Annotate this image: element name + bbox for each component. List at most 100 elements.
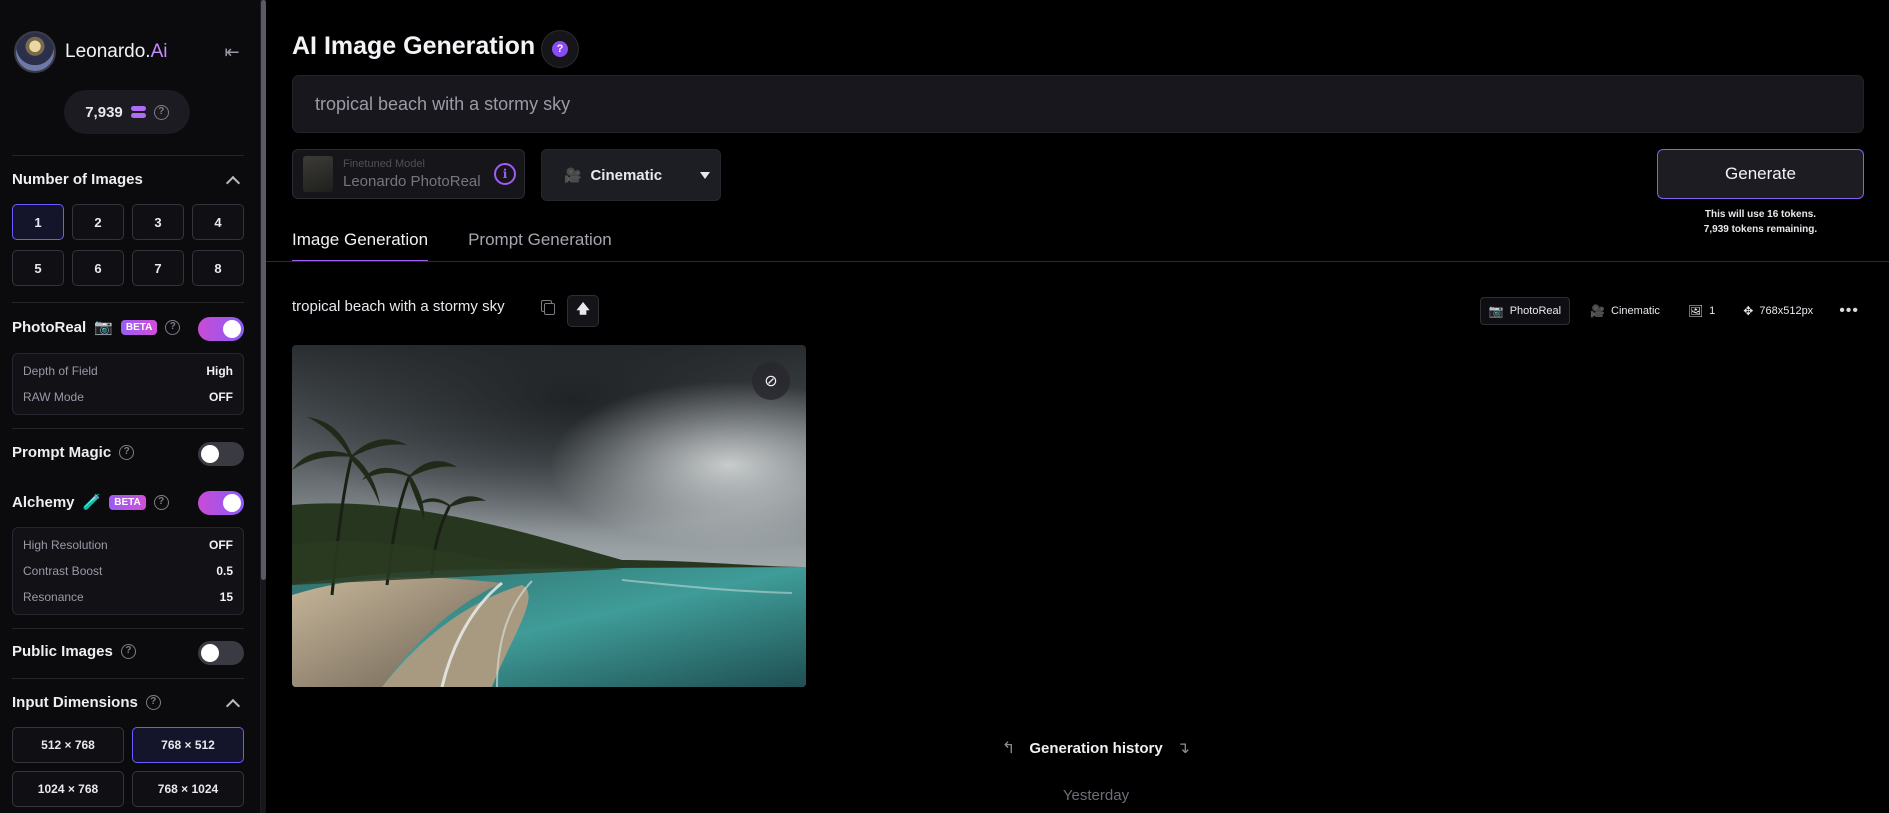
generation-history-header[interactable]: ↰ Generation history ↴ <box>996 738 1196 758</box>
num-images-2[interactable]: 2 <box>72 204 124 240</box>
brand-ai-text: Ai <box>150 41 168 62</box>
question-circle-icon[interactable]: ? <box>153 104 169 120</box>
token-info: This will use 16 tokens. 7,939 tokens re… <box>1657 207 1864 237</box>
num-images-1[interactable]: 1 <box>12 204 64 240</box>
toggle-knob <box>223 320 241 338</box>
option-row[interactable]: Resonance 15 <box>23 584 233 610</box>
number-of-images-title[interactable]: Number of Images <box>12 171 143 188</box>
style-dropdown[interactable]: 🎥 Cinematic <box>541 149 721 201</box>
question-circle-icon[interactable]: ? <box>120 644 136 659</box>
help-button[interactable]: ? <box>541 30 579 68</box>
credits-pill[interactable]: 7,939 ? <box>64 90 190 134</box>
collapse-sidebar-icon[interactable]: ⇤ <box>220 40 244 64</box>
arrow-right-icon: ↴ <box>1176 740 1191 757</box>
logo-row: Leonardo.Ai ⇤ <box>14 31 244 73</box>
num-images-4[interactable]: 4 <box>192 204 244 240</box>
more-dots-icon[interactable]: ••• <box>1833 302 1865 320</box>
question-circle-icon[interactable]: ? <box>119 445 135 460</box>
brand-text: Leonardo. <box>65 41 151 62</box>
tag-count[interactable]: 🖼 1 <box>1680 297 1723 325</box>
photoreal-title: PhotoReal 📷 BETA ? <box>12 318 181 336</box>
input-dimensions-grid: 512 × 768 768 × 512 1024 × 768 768 × 102… <box>12 727 244 807</box>
question-circle-icon[interactable]: ? <box>145 695 161 710</box>
divider <box>12 678 244 679</box>
section-label: Number of Images <box>12 171 143 188</box>
tabs: Image Generation Prompt Generation <box>292 230 612 262</box>
chevron-up-icon[interactable] <box>225 698 241 714</box>
generation-prompt: tropical beach with a stormy sky <box>292 298 505 315</box>
input-dimensions-title[interactable]: Input Dimensions ? <box>12 694 161 711</box>
beta-badge: BETA <box>120 319 158 335</box>
credits-count: 7,939 <box>85 103 123 121</box>
option-row[interactable]: Contrast Boost 0.5 <box>23 558 233 584</box>
option-label: RAW Mode <box>23 390 84 404</box>
dimension-768x512[interactable]: 768 × 512 <box>132 727 244 763</box>
arrow-left-icon: ↰ <box>1001 740 1016 757</box>
token-coins-icon <box>130 105 146 119</box>
section-label: PhotoReal <box>12 318 87 336</box>
alchemy-toggle[interactable] <box>198 491 244 515</box>
alchemy-title: Alchemy 🧪 BETA ? <box>12 493 169 511</box>
alchemy-options: High Resolution OFF Contrast Boost 0.5 Res… <box>12 527 244 615</box>
question-circle-icon[interactable]: ? <box>165 319 181 335</box>
divider <box>12 302 244 303</box>
option-row[interactable]: High Resolution OFF <box>23 532 233 558</box>
num-images-5[interactable]: 5 <box>12 250 64 286</box>
copy-icon[interactable] <box>541 300 555 315</box>
model-selector[interactable]: Finetuned Model Leonardo PhotoReal i <box>292 149 525 199</box>
divider <box>12 155 244 156</box>
generated-image[interactable]: ⊘ <box>292 345 806 687</box>
info-circle-icon[interactable]: i <box>494 163 516 185</box>
history-label: Generation history <box>1029 739 1163 757</box>
option-label: Contrast Boost <box>23 564 103 578</box>
generate-button[interactable]: Generate <box>1657 149 1864 199</box>
option-value: 0.5 <box>216 564 233 578</box>
tab-image-generation[interactable]: Image Generation <box>292 230 429 262</box>
section-label: Public Images <box>12 643 113 660</box>
public-images-toggle[interactable] <box>198 641 244 665</box>
tag-label: Cinematic <box>1611 305 1660 317</box>
option-value: OFF <box>209 390 233 404</box>
prompt-input[interactable]: tropical beach with a stormy sky <box>292 75 1864 133</box>
dimension-512x768[interactable]: 512 × 768 <box>12 727 124 763</box>
dimension-768x1024[interactable]: 768 × 1024 <box>132 771 244 807</box>
history-date-group: Yesterday <box>1062 787 1130 804</box>
eye-off-icon[interactable]: ⊘ <box>752 362 790 400</box>
option-row[interactable]: Depth of Field High <box>23 358 233 384</box>
toggle-knob <box>201 445 219 463</box>
num-images-6[interactable]: 6 <box>72 250 124 286</box>
option-label: Resonance <box>23 590 84 604</box>
tab-prompt-generation[interactable]: Prompt Generation <box>468 230 612 262</box>
token-usage-text: This will use 16 tokens. <box>1704 209 1817 220</box>
model-name: Leonardo PhotoReal <box>343 173 481 190</box>
app-root: Leonardo.Ai ⇤ 7,939 ? Number of Images 1… <box>0 0 1889 813</box>
prompt-text: tropical beach with a stormy sky <box>315 93 571 114</box>
photoreal-toggle[interactable] <box>198 317 244 341</box>
dimension-1024x768[interactable]: 1024 × 768 <box>12 771 124 807</box>
prompt-magic-toggle[interactable] <box>198 442 244 466</box>
question-circle-icon[interactable]: ? <box>153 494 169 510</box>
model-text: Finetuned Model Leonardo PhotoReal <box>343 158 481 190</box>
arrow-up-icon[interactable]: 🡅 <box>567 295 599 327</box>
number-of-images-grid: 1 2 3 4 5 6 7 8 <box>12 204 244 286</box>
num-images-8[interactable]: 8 <box>192 250 244 286</box>
toggle-knob <box>201 644 219 662</box>
tag-size[interactable]: ✥ 768x512px <box>1735 297 1821 325</box>
divider <box>12 428 244 429</box>
toggle-knob <box>223 494 241 512</box>
chevron-up-icon[interactable] <box>225 175 241 191</box>
move-icon: ✥ <box>1743 304 1754 318</box>
brand-logo[interactable]: Leonardo.Ai <box>65 41 167 63</box>
num-images-3[interactable]: 3 <box>132 204 184 240</box>
tag-style[interactable]: 🎥 Cinematic <box>1582 297 1668 325</box>
option-value: 15 <box>219 590 233 604</box>
model-thumbnail <box>303 156 333 192</box>
num-images-7[interactable]: 7 <box>132 250 184 286</box>
section-label: Input Dimensions <box>12 694 138 711</box>
option-row[interactable]: RAW Mode OFF <box>23 384 233 410</box>
avatar[interactable] <box>14 31 56 73</box>
style-icon: 🎥 <box>1590 304 1606 318</box>
beach-image-art <box>292 345 806 687</box>
tag-model[interactable]: 📷 PhotoReal <box>1479 297 1571 325</box>
option-value: High <box>206 364 233 378</box>
